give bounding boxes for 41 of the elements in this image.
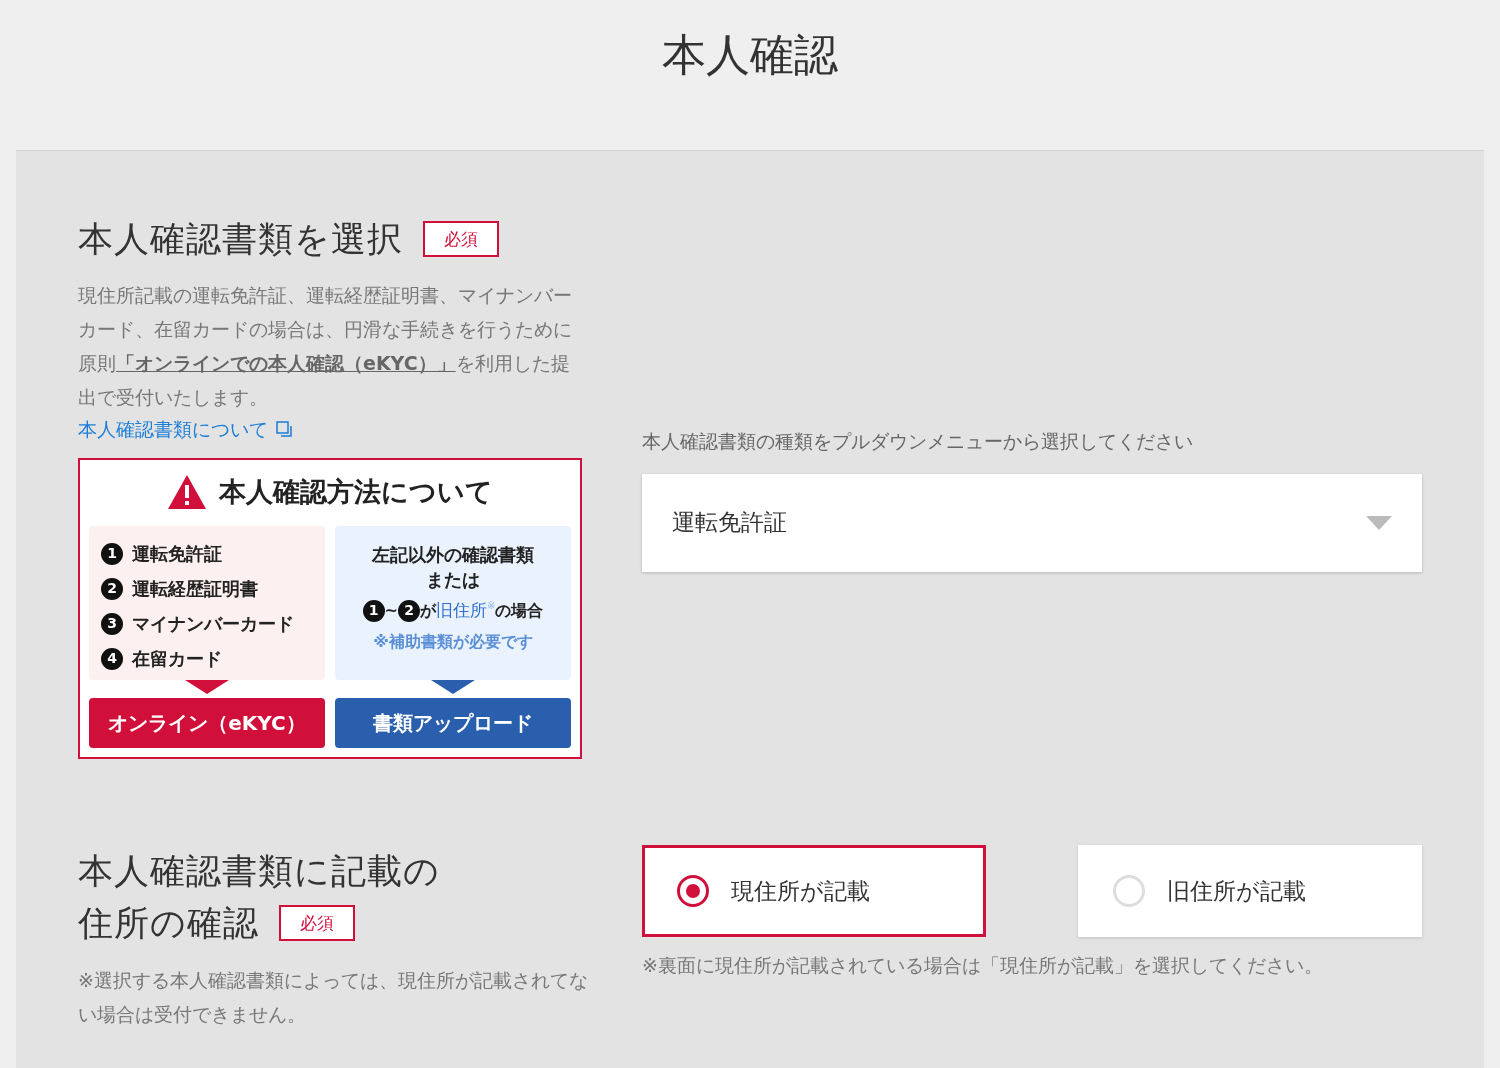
condition-text: ~ bbox=[384, 599, 398, 622]
number-badge: 2 bbox=[398, 599, 420, 622]
select-label: 本人確認書類の種類をプルダウンメニューから選択してください bbox=[642, 429, 1194, 454]
panel-text: または bbox=[426, 568, 480, 592]
footnote-mark: ※ bbox=[487, 599, 496, 611]
condition-text: が bbox=[420, 599, 436, 622]
document-upload-banner: 書類アップロード bbox=[335, 698, 571, 748]
panel-text: 左記以外の確認書類 bbox=[372, 543, 534, 567]
required-badge: 必須 bbox=[279, 905, 355, 941]
section-heading: 本人確認書類を選択 bbox=[78, 218, 403, 261]
radio-icon bbox=[677, 875, 709, 907]
option-note: ※裏面に現住所が記載されている場合は「現住所が記載」を選択してください。 bbox=[642, 953, 1324, 978]
address-radio-option[interactable]: 旧住所が記載 bbox=[1078, 845, 1422, 937]
document-label: マイナンバーカード bbox=[132, 612, 294, 636]
number-badge: 2 bbox=[101, 577, 123, 600]
number-badge: 3 bbox=[101, 612, 123, 635]
online-ekyc-banner: オンライン（eKYC） bbox=[89, 698, 325, 748]
section-heading: 本人確認書類に記載の bbox=[78, 849, 440, 893]
down-arrow-icon bbox=[431, 680, 475, 694]
down-arrow-icon bbox=[185, 680, 229, 694]
warning-icon bbox=[167, 473, 207, 510]
external-link-icon bbox=[276, 420, 292, 437]
supplement-note: ※補助書類が必要です bbox=[373, 630, 533, 653]
document-label: 運転免許証 bbox=[132, 542, 222, 566]
address-note: ※選択する本人確認書類によっては、現住所が記載されてない場合は受付できません。 bbox=[78, 968, 589, 1027]
number-badge: 1 bbox=[362, 599, 385, 622]
radio-icon bbox=[1113, 875, 1145, 907]
document-label: 在留カード bbox=[132, 647, 222, 671]
section-heading: 住所の確認 bbox=[78, 901, 259, 945]
number-badge: 1 bbox=[101, 542, 123, 565]
required-badge: 必須 bbox=[423, 221, 499, 258]
infographic-title: 本人確認方法について bbox=[219, 474, 493, 509]
document-label: 運転経歴証明書 bbox=[132, 577, 258, 601]
document-type-select[interactable]: 運転免許証 bbox=[642, 473, 1422, 572]
address-radio-option[interactable]: 現住所が記載 bbox=[642, 845, 986, 937]
number-badge: 4 bbox=[101, 647, 123, 670]
condition-text: の場合 bbox=[495, 599, 544, 622]
dropdown-caret-icon bbox=[1366, 515, 1392, 530]
old-address-text: 旧住所 bbox=[436, 599, 487, 622]
description-text: 現住所記載の運転免許証、運転経歴証明書、マイナンバーカード、在留カードの場合は、円滑な手続きを行うために原則「オンラインでの本人確認（eKYC）」を利用した提出で受付いたします。 bbox=[78, 282, 573, 410]
page-title: 本人確認 bbox=[662, 28, 838, 82]
